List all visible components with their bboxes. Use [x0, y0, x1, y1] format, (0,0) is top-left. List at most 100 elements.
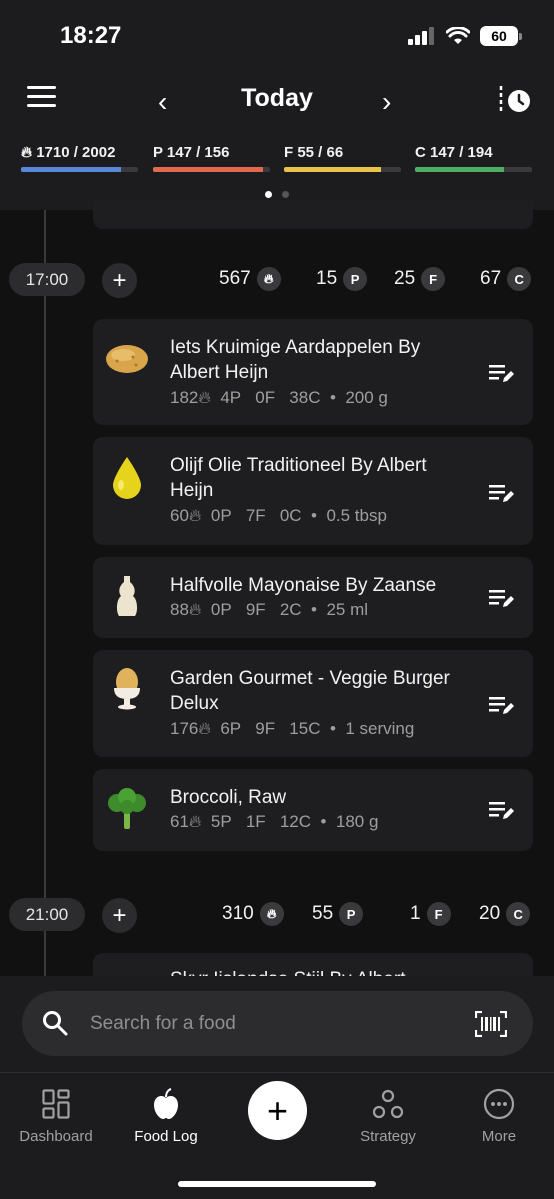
broccoli-icon — [108, 788, 146, 829]
food-name: Halfvolle Mayonaise By Zaanse — [170, 575, 437, 596]
page-indicator[interactable] — [0, 191, 554, 198]
edit-icon[interactable] — [489, 694, 515, 716]
page-dot[interactable] — [265, 191, 272, 198]
macro-summary[interactable]: 🔥︎ 1710 / 2002 P 147 / 156 F 55 / 66 C 1… — [21, 144, 535, 174]
food-item[interactable]: Garden Gourmet - Veggie Burger Delux 176… — [93, 650, 533, 757]
page-dot[interactable] — [282, 191, 289, 198]
meal-protein: 55 P — [312, 902, 364, 926]
tab-label: More — [481, 1128, 517, 1145]
food-name: Garden Gourmet - Veggie Burger Delux — [170, 668, 450, 714]
protein-macro: P 147 / 156 — [153, 144, 270, 172]
search-icon — [43, 1011, 68, 1036]
meal-calories: 310 🔥︎ — [222, 902, 284, 926]
dashboard-icon — [42, 1089, 70, 1119]
food-nutrition: 60🔥︎ 0P 7F 0C • 0.5 tbsp — [170, 506, 387, 525]
fat-badge: F — [421, 267, 446, 291]
flame-icon: 🔥︎ — [198, 719, 211, 738]
meal-calories: 567 🔥︎ — [219, 267, 281, 291]
search-input[interactable] — [90, 1011, 450, 1037]
flame-icon: 🔥︎ — [256, 267, 281, 291]
search-bar[interactable] — [22, 991, 533, 1056]
next-day-button[interactable]: › — [382, 86, 391, 118]
food-nutrition: 176🔥︎ 6P 9F 15C • 1 serving — [170, 719, 415, 738]
calories-macro: 🔥︎ 1710 / 2002 — [21, 144, 138, 172]
more-icon — [483, 1088, 515, 1120]
timeline-line — [44, 210, 46, 980]
calories-label: 1710 / 2002 — [36, 144, 116, 161]
carbs-badge: C — [507, 267, 532, 291]
fat-badge: F — [426, 902, 451, 926]
food-card-partial[interactable] — [93, 200, 533, 229]
meal-fat: 25 F — [394, 267, 446, 291]
meal-header: 17:00 + 567 🔥︎ 15 P 25 F 67 C — [0, 263, 554, 299]
food-name: Olijf Olie Traditioneel By Albert Heijn — [170, 455, 427, 501]
food-nutrition: 182🔥︎ 4P 0F 38C • 200 g — [170, 388, 388, 407]
tab-label: Food Log — [134, 1128, 198, 1145]
food-item[interactable]: Halfvolle Mayonaise By Zaanse 88🔥︎ 0P 9F… — [93, 557, 533, 638]
wifi-icon — [446, 27, 470, 44]
mayonnaise-bottle-icon — [116, 576, 138, 616]
carbs-label: C 147 / 194 — [415, 144, 493, 161]
flame-icon: 🔥︎ — [259, 902, 284, 926]
meal-carbs: 67 C — [480, 267, 532, 291]
strategy-icon — [372, 1089, 404, 1119]
food-name: Broccoli, Raw — [170, 787, 287, 808]
protein-badge: P — [339, 902, 364, 926]
status-time: 18:27 — [60, 22, 122, 49]
edit-icon[interactable] — [489, 799, 515, 821]
tab-label: Strategy — [360, 1128, 416, 1145]
battery-indicator: 60 — [480, 26, 522, 46]
food-item[interactable]: Iets Kruimige Aardappelen By Albert Heij… — [93, 319, 533, 425]
food-nutrition: 88🔥︎ 0P 9F 2C • 25 ml — [170, 600, 369, 619]
apple-icon — [154, 1088, 178, 1119]
protein-badge: P — [343, 267, 368, 291]
page-title[interactable]: Today — [0, 84, 554, 113]
fat-progress — [284, 167, 382, 172]
fat-label: F 55 / 66 — [284, 144, 344, 161]
tab-strategy[interactable]: Strategy — [338, 1086, 438, 1145]
meal-fat: 1 F — [410, 902, 451, 926]
tab-label: Dashboard — [19, 1128, 93, 1145]
flame-icon: 🔥︎ — [198, 388, 211, 407]
meal-protein: 15 P — [316, 267, 368, 291]
date-navigation: ‹ Today › — [0, 80, 554, 120]
status-icons: 60 — [408, 26, 522, 46]
edit-icon[interactable] — [489, 587, 515, 609]
bottom-area: Dashboard Food Log + Strategy — [0, 976, 554, 1199]
food-item[interactable]: Broccoli, Raw 61🔥︎ 5P 1F 12C • 180 g — [93, 769, 533, 851]
potato-icon — [106, 345, 148, 373]
tab-food-log[interactable]: Food Log — [116, 1086, 216, 1145]
egg-cup-icon — [114, 668, 140, 710]
protein-progress — [153, 167, 264, 172]
meal-carbs: 20 C — [479, 902, 531, 926]
carbs-badge: C — [506, 902, 531, 926]
tab-dashboard[interactable]: Dashboard — [6, 1086, 106, 1145]
add-food-button[interactable]: + — [102, 263, 137, 298]
home-indicator — [178, 1181, 376, 1187]
calories-progress — [21, 167, 121, 172]
cellular-signal-icon — [408, 27, 434, 45]
edit-icon[interactable] — [489, 482, 515, 504]
tab-more[interactable]: More — [449, 1086, 549, 1145]
history-icon[interactable] — [498, 84, 532, 116]
add-button[interactable]: + — [248, 1081, 307, 1140]
flame-icon: 🔥︎ — [188, 600, 202, 619]
meal-header: 21:00 + 310 🔥︎ 55 P 1 F 20 C — [0, 898, 554, 934]
protein-label: P 147 / 156 — [153, 144, 230, 161]
food-nutrition: 61🔥︎ 5P 1F 12C • 180 g — [170, 812, 379, 831]
carbs-progress — [415, 167, 504, 172]
top-bar: 18:27 60 ‹ Today › � — [0, 0, 554, 210]
flame-icon: 🔥︎ — [188, 506, 202, 525]
add-food-button[interactable]: + — [102, 898, 137, 933]
food-name: Iets Kruimige Aardappelen By Albert Heij… — [170, 337, 421, 383]
meal-time[interactable]: 21:00 — [9, 898, 85, 931]
edit-icon[interactable] — [489, 362, 515, 384]
oil-drop-icon — [113, 457, 141, 499]
fat-macro: F 55 / 66 — [284, 144, 401, 172]
carbs-macro: C 147 / 194 — [415, 144, 532, 172]
food-item[interactable]: Olijf Olie Traditioneel By Albert Heijn … — [93, 437, 533, 545]
status-bar: 18:27 60 — [0, 0, 554, 70]
meal-time[interactable]: 17:00 — [9, 263, 85, 296]
barcode-scanner-icon[interactable] — [475, 1011, 507, 1037]
flame-icon: 🔥︎ — [188, 812, 202, 831]
